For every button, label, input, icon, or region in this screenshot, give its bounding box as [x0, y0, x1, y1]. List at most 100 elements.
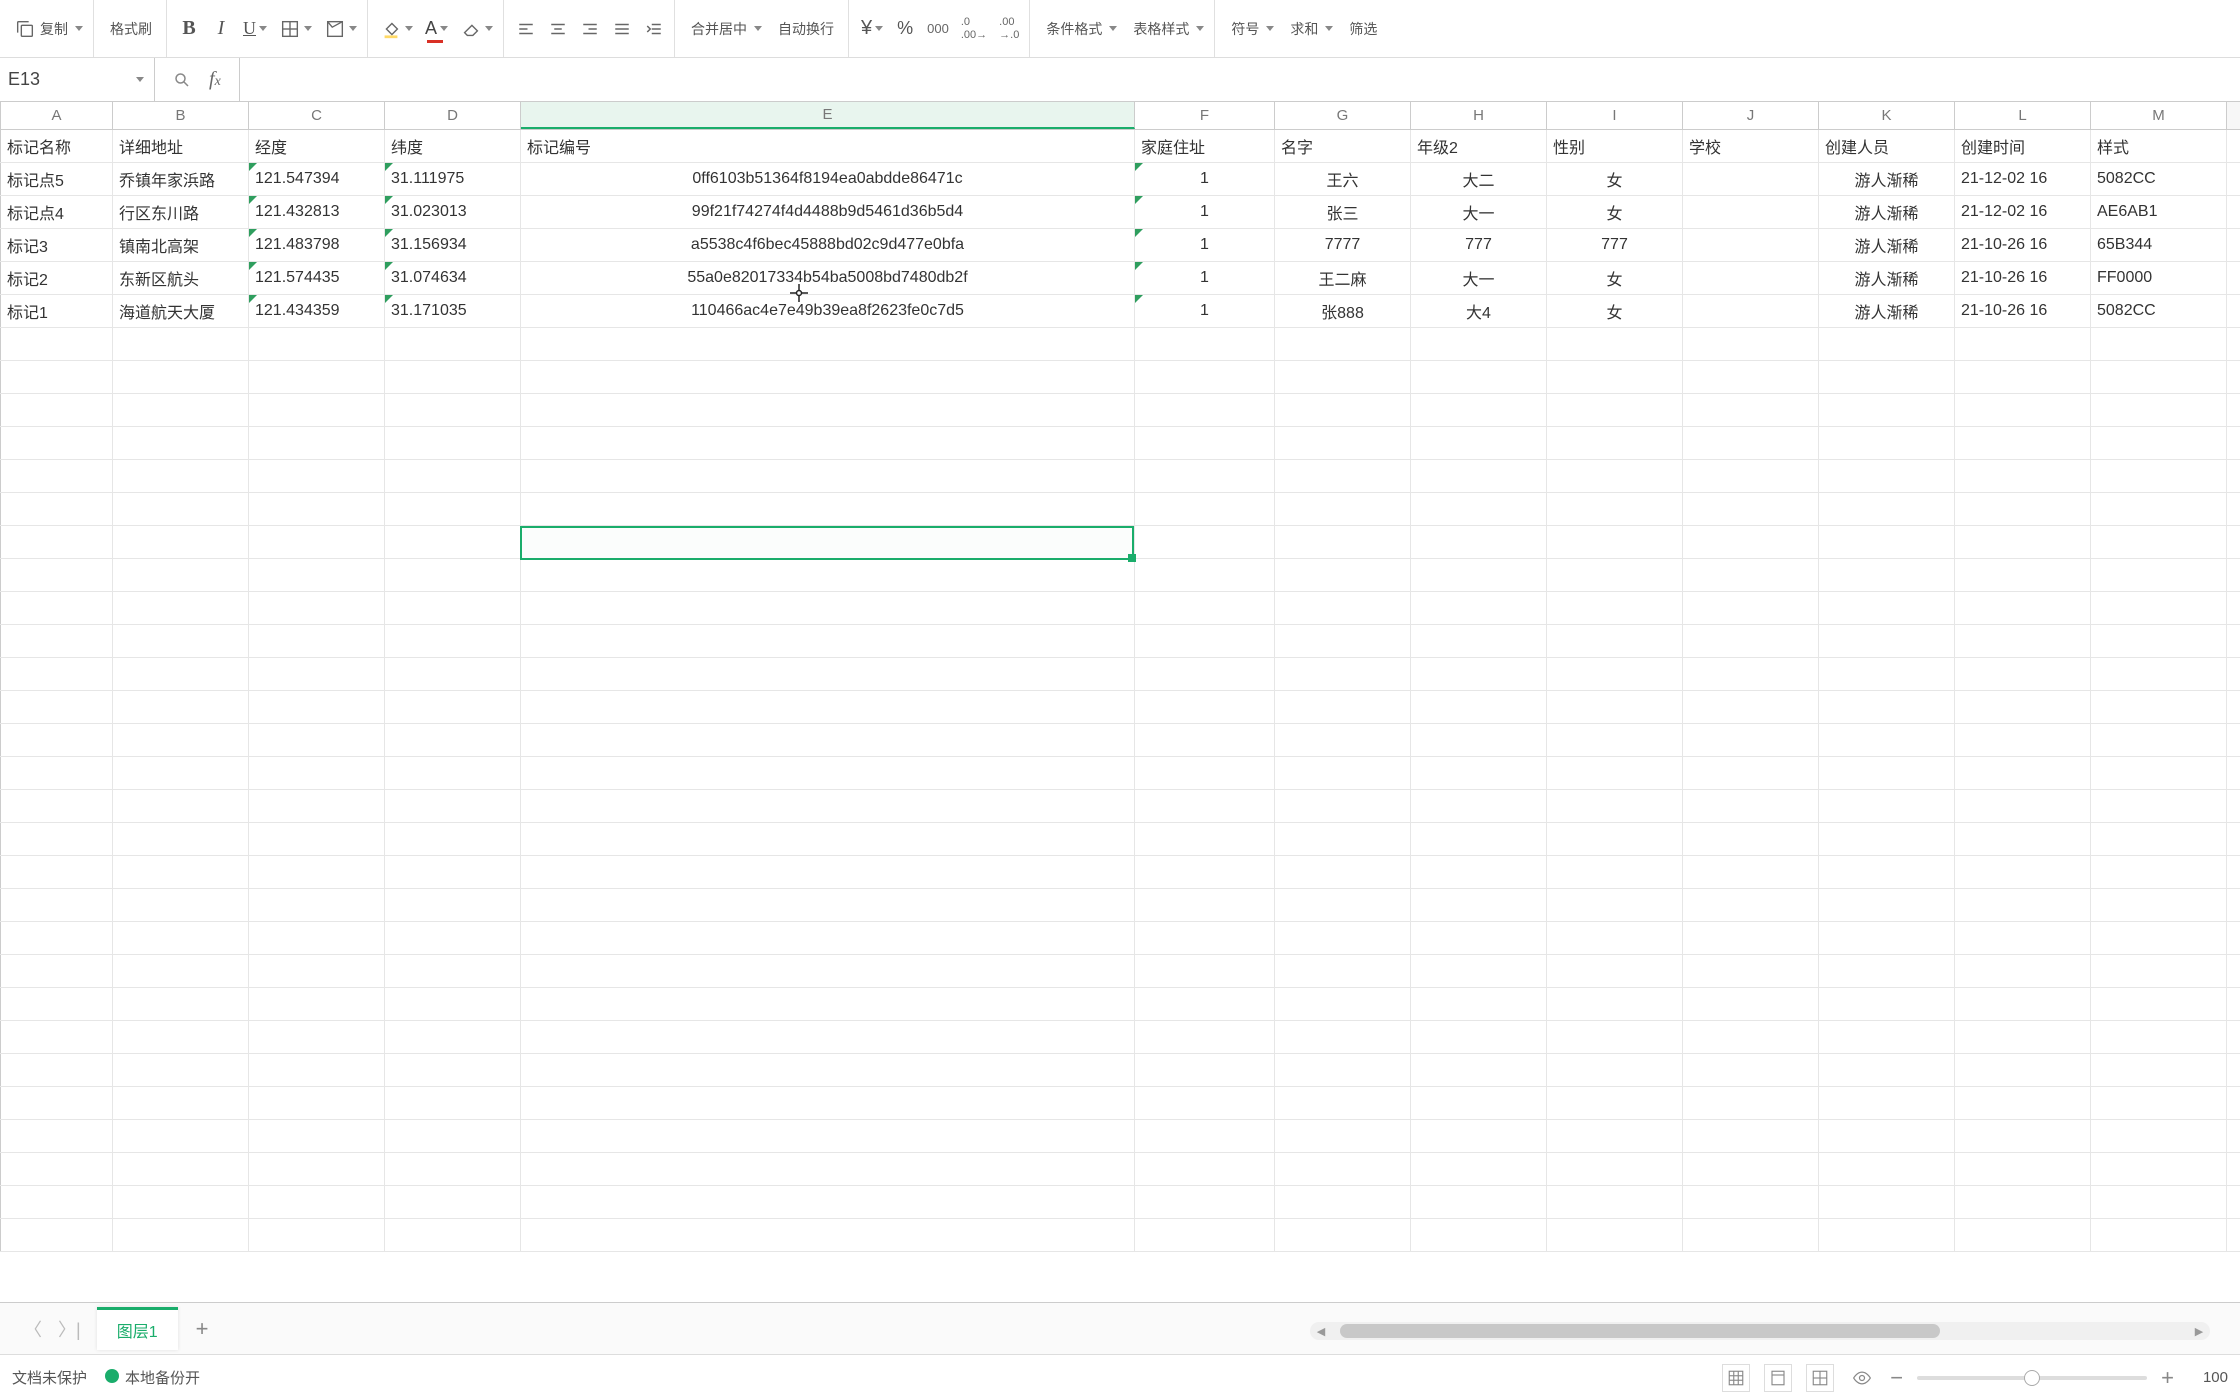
cell[interactable]	[113, 592, 249, 624]
cell[interactable]	[1683, 922, 1819, 954]
cell[interactable]	[385, 988, 521, 1020]
cell[interactable]	[1, 625, 113, 657]
cell[interactable]	[1683, 1021, 1819, 1053]
cell[interactable]	[1955, 1186, 2091, 1218]
cell[interactable]	[1955, 790, 2091, 822]
cell[interactable]	[249, 922, 385, 954]
cell[interactable]	[1, 658, 113, 690]
cell[interactable]	[1955, 493, 2091, 525]
cell[interactable]	[1547, 526, 1683, 558]
cell[interactable]	[1, 856, 113, 888]
cell[interactable]	[2091, 1120, 2227, 1152]
cell[interactable]	[1683, 559, 1819, 591]
cell[interactable]	[1547, 988, 1683, 1020]
cell[interactable]	[1955, 394, 2091, 426]
merge-center-button[interactable]: 合并居中	[683, 9, 766, 49]
cell[interactable]	[1547, 1120, 1683, 1152]
cell[interactable]	[1411, 1219, 1547, 1251]
scroll-right-icon[interactable]: ▶	[2188, 1325, 2210, 1338]
cell[interactable]	[1135, 988, 1275, 1020]
cell[interactable]	[113, 1021, 249, 1053]
cell[interactable]: 65B344	[2091, 229, 2227, 261]
cell[interactable]	[1819, 1120, 1955, 1152]
cell[interactable]	[249, 361, 385, 393]
cell[interactable]: 777	[1411, 229, 1547, 261]
cell[interactable]	[1819, 790, 1955, 822]
cell[interactable]	[2091, 823, 2227, 855]
cell[interactable]: 121.483798	[249, 229, 385, 261]
search-icon[interactable]	[173, 71, 191, 89]
cell[interactable]	[1411, 1087, 1547, 1119]
cell[interactable]	[1275, 1054, 1411, 1086]
cell[interactable]	[1275, 361, 1411, 393]
cell[interactable]	[113, 1120, 249, 1152]
cell[interactable]	[1955, 955, 2091, 987]
cell[interactable]	[1, 1219, 113, 1251]
cell[interactable]: 121.434359	[249, 295, 385, 327]
cell[interactable]	[1955, 922, 2091, 954]
cell[interactable]	[1411, 889, 1547, 921]
cell[interactable]: 游人渐稀	[1819, 295, 1955, 327]
cell[interactable]	[1135, 625, 1275, 657]
cell[interactable]	[1547, 592, 1683, 624]
col-header-G[interactable]: G	[1275, 102, 1411, 129]
cell[interactable]: 游人渐稀	[1819, 163, 1955, 195]
cell[interactable]	[1683, 1153, 1819, 1185]
cell[interactable]	[1683, 1087, 1819, 1119]
cell[interactable]	[1683, 955, 1819, 987]
cell[interactable]: 1	[1135, 295, 1275, 327]
cell[interactable]: 样式	[2091, 130, 2227, 162]
cell[interactable]	[1135, 691, 1275, 723]
cell[interactable]	[1, 394, 113, 426]
cell[interactable]	[1275, 394, 1411, 426]
cell[interactable]	[1135, 823, 1275, 855]
cell[interactable]	[1275, 790, 1411, 822]
cell[interactable]	[1275, 427, 1411, 459]
cell[interactable]	[113, 856, 249, 888]
cell[interactable]	[1, 889, 113, 921]
cell[interactable]	[1955, 1153, 2091, 1185]
cell[interactable]	[2091, 493, 2227, 525]
cell[interactable]	[1275, 559, 1411, 591]
cell[interactable]: 0ff6103b51364f8194ea0abdde86471c	[521, 163, 1135, 195]
view-page-button[interactable]	[1764, 1364, 1792, 1392]
col-header-E[interactable]: E	[521, 102, 1135, 129]
cell[interactable]: 年级2	[1411, 130, 1547, 162]
cell[interactable]	[249, 1087, 385, 1119]
cell[interactable]	[2091, 1219, 2227, 1251]
cell[interactable]: 121.432813	[249, 196, 385, 228]
cell[interactable]	[1411, 526, 1547, 558]
cell[interactable]: 性别	[1547, 130, 1683, 162]
cell[interactable]	[1135, 1087, 1275, 1119]
cell[interactable]	[521, 1153, 1135, 1185]
cell[interactable]	[1819, 823, 1955, 855]
cell[interactable]	[385, 724, 521, 756]
cell[interactable]	[1411, 1054, 1547, 1086]
cell[interactable]	[1547, 493, 1683, 525]
cell[interactable]: 行区东川路	[113, 196, 249, 228]
cell[interactable]	[1411, 493, 1547, 525]
cell[interactable]	[1135, 1120, 1275, 1152]
percent-button[interactable]: %	[891, 9, 919, 49]
cell[interactable]	[249, 592, 385, 624]
cell[interactable]: 镇南北高架	[113, 229, 249, 261]
cell[interactable]	[1135, 427, 1275, 459]
cell[interactable]	[1547, 724, 1683, 756]
cell[interactable]	[1135, 1054, 1275, 1086]
cell[interactable]	[1955, 658, 2091, 690]
cell[interactable]	[1135, 856, 1275, 888]
cell[interactable]: 学校	[1683, 130, 1819, 162]
cell[interactable]	[1135, 493, 1275, 525]
cell[interactable]: 女	[1547, 196, 1683, 228]
cell[interactable]	[1547, 856, 1683, 888]
cell[interactable]: 31.111975	[385, 163, 521, 195]
cell[interactable]	[1411, 757, 1547, 789]
cell[interactable]	[385, 691, 521, 723]
col-header-B[interactable]: B	[113, 102, 249, 129]
cell[interactable]	[1955, 724, 2091, 756]
cell[interactable]: 标记2	[1, 262, 113, 294]
cell[interactable]: 21-10-26 16	[1955, 295, 2091, 327]
cell[interactable]	[249, 328, 385, 360]
cell[interactable]	[113, 625, 249, 657]
cell[interactable]	[1683, 1219, 1819, 1251]
